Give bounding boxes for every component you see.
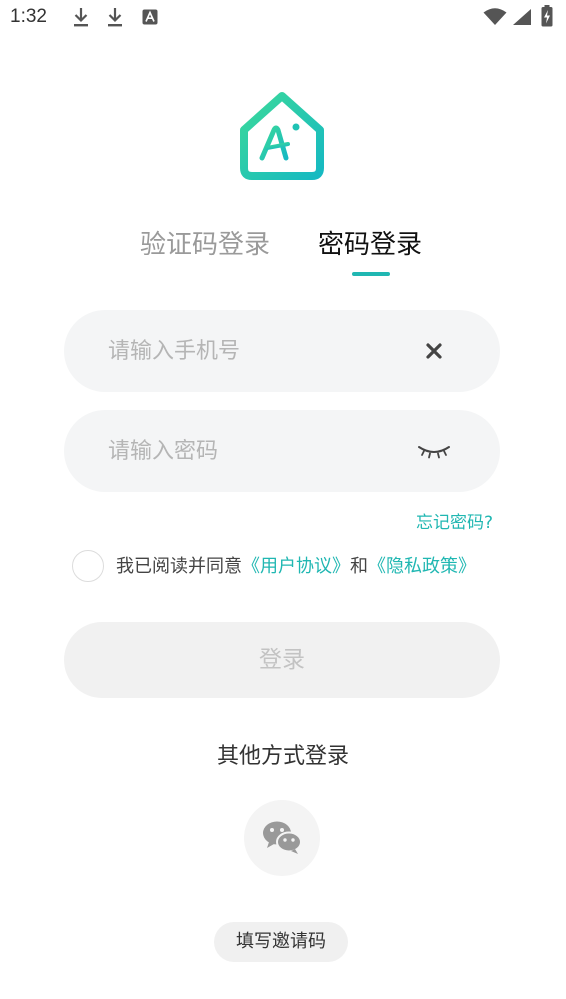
user-agreement-link[interactable]: 《用户协议》: [242, 556, 350, 577]
battery-charging-icon: [541, 5, 553, 31]
phone-input[interactable]: [108, 310, 408, 392]
clear-icon[interactable]: [424, 341, 444, 361]
agreement-text: 我已阅读并同意《用户协议》和《隐私政策》: [116, 554, 476, 580]
privacy-policy-link[interactable]: 《隐私政策》: [368, 556, 476, 577]
active-tab-indicator: [352, 272, 390, 276]
download-icon: [72, 6, 90, 32]
signal-icon: [512, 8, 532, 30]
agreement-and: 和: [350, 556, 368, 577]
password-input[interactable]: [108, 410, 408, 492]
invite-code-button[interactable]: 填写邀请码: [214, 922, 348, 962]
download-icon: [106, 6, 124, 32]
wechat-login-button[interactable]: [244, 800, 320, 876]
status-bar: 1:32: [0, 0, 566, 36]
password-field: [64, 410, 500, 492]
phone-field: [64, 310, 500, 392]
app-logo: [238, 90, 326, 182]
other-login-title: 其他方式登录: [216, 744, 349, 769]
tab-password-login[interactable]: 密码登录: [318, 226, 422, 264]
forgot-password-link[interactable]: 忘记密码?: [416, 508, 493, 533]
a-notification-icon: [142, 9, 158, 29]
login-button[interactable]: 登录: [64, 622, 500, 698]
wifi-icon: [483, 8, 507, 30]
tab-sms-login[interactable]: 验证码登录: [140, 226, 270, 264]
eye-closed-icon[interactable]: [416, 443, 452, 461]
agreement-checkbox[interactable]: [72, 550, 104, 582]
status-time: 1:32: [10, 6, 47, 27]
agreement-prefix: 我已阅读并同意: [116, 556, 242, 577]
